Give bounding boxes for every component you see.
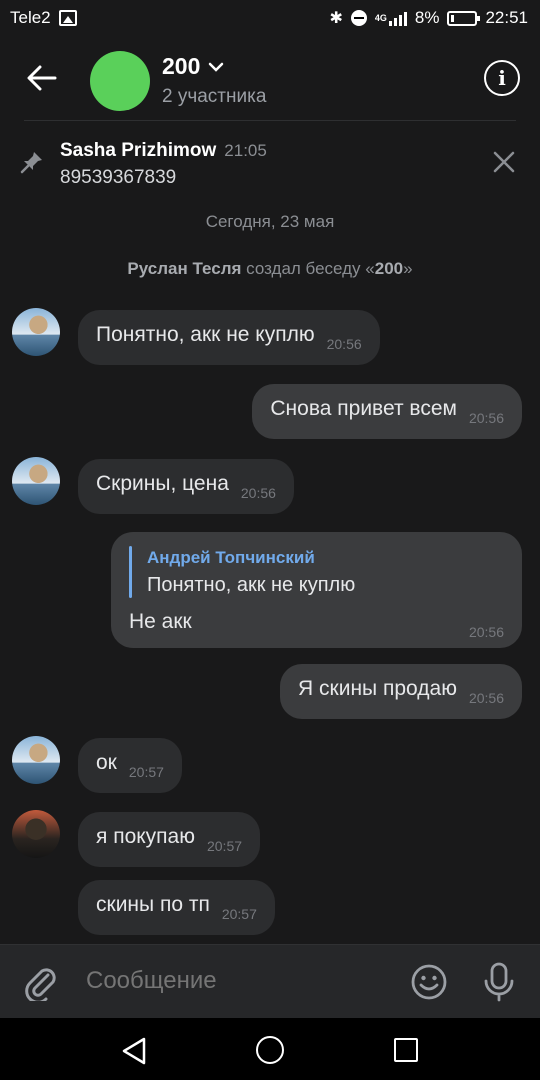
message-time: 20:57: [221, 906, 257, 922]
message-bubble-outgoing[interactable]: Снова привет всем 20:56: [252, 384, 522, 439]
image-notification-icon: [58, 10, 77, 26]
message-input[interactable]: [86, 967, 386, 995]
arrow-left-icon: [27, 65, 57, 91]
pinned-author: Sasha Prizhimow 21:05: [60, 140, 267, 162]
microphone-icon[interactable]: [482, 962, 516, 1002]
close-icon[interactable]: [490, 148, 518, 176]
message-text: Я скины продаю: [298, 677, 457, 700]
message-text: Не акк: [129, 610, 192, 633]
date-separator: Сегодня, 23 мая: [205, 212, 335, 231]
pinned-message[interactable]: Sasha Prizhimow 21:05 89539367839: [0, 124, 540, 200]
message-time: 20:56: [468, 624, 504, 640]
message-composer: [0, 944, 540, 1018]
chat-avatar[interactable]: [90, 51, 150, 111]
message-bubble-outgoing[interactable]: Я скины продаю 20:56: [280, 664, 522, 719]
back-button[interactable]: [20, 56, 64, 100]
do-not-disturb-icon: [350, 10, 367, 26]
sender-avatar[interactable]: [12, 308, 60, 356]
message-time: 20:57: [206, 838, 243, 854]
reply-author: Андрей Топчинский: [147, 548, 315, 567]
nav-recents-icon[interactable]: [394, 1038, 418, 1062]
message-text: скины по тп: [96, 893, 210, 916]
bluetooth-icon: ✱: [329, 10, 343, 27]
paperclip-icon[interactable]: [22, 963, 60, 1001]
sender-avatar[interactable]: [12, 736, 60, 784]
info-button[interactable]: i: [484, 60, 520, 96]
service-action: создал беседу «: [241, 259, 375, 278]
status-left: Tele2: [10, 8, 77, 28]
message-text: Скрины, цена: [96, 472, 229, 495]
network-type-label: 4G: [374, 13, 387, 23]
message-time: 20:56: [240, 485, 276, 501]
message-time: 20:56: [468, 690, 504, 706]
message-text: Понятно, акк не куплю: [96, 323, 315, 346]
message-bubble[interactable]: скины по тп 20:57: [78, 880, 275, 935]
message-text: я покупаю: [96, 825, 195, 848]
chat-title-text: 200: [162, 53, 201, 79]
battery-label: 8%: [414, 8, 440, 27]
signal-icon: [388, 10, 407, 26]
carrier-label: Tele2: [10, 8, 51, 27]
service-message: Руслан Тесля создал беседу «200»: [0, 259, 540, 279]
message-bubble[interactable]: Скрины, цена 20:56: [78, 459, 294, 514]
message-time: 20:57: [128, 764, 164, 780]
nav-back-icon[interactable]: [120, 1036, 150, 1066]
pinned-text: 89539367839: [60, 167, 177, 188]
clock-label: 22:51: [485, 8, 528, 27]
sender-avatar[interactable]: [12, 810, 60, 858]
reply-quoted-text: Понятно, акк не куплю: [147, 574, 356, 596]
chat-title[interactable]: 200: [162, 53, 224, 80]
battery-icon: [447, 10, 481, 26]
pin-icon: [20, 152, 42, 174]
nav-home-icon[interactable]: [256, 1036, 284, 1064]
reply-accent-bar: [129, 546, 132, 598]
service-author[interactable]: Руслан Тесля: [127, 259, 241, 278]
service-end: »: [403, 259, 413, 278]
message-time: 20:56: [468, 410, 504, 426]
message-text: ок: [96, 751, 117, 774]
pinned-time: 21:05: [224, 141, 267, 160]
header-divider: [24, 120, 516, 121]
pinned-author-name: Sasha Prizhimow: [60, 140, 217, 161]
service-chat-name: 200: [374, 259, 404, 278]
message-bubble-reply[interactable]: Андрей Топчинский Понятно, акк не куплю …: [111, 532, 522, 648]
smile-icon[interactable]: [410, 963, 448, 1001]
message-text: Снова привет всем: [270, 397, 457, 420]
message-time: 20:56: [326, 336, 362, 352]
message-bubble[interactable]: Понятно, акк не куплю 20:56: [78, 310, 380, 365]
sender-avatar[interactable]: [12, 457, 60, 505]
chat-header: 200 2 участника i: [0, 36, 540, 122]
info-icon: i: [498, 66, 506, 90]
message-bubble[interactable]: ок 20:57: [78, 738, 182, 793]
status-right: ✱ 4G 8% 22:51: [329, 8, 528, 28]
message-bubble[interactable]: я покупаю 20:57: [78, 812, 261, 867]
chat-members-count: 2 участника: [162, 86, 267, 107]
system-navigation-bar: [0, 1018, 540, 1080]
status-bar: Tele2 ✱ 4G 8% 22:51: [0, 0, 540, 36]
chevron-down-icon: [209, 62, 224, 72]
